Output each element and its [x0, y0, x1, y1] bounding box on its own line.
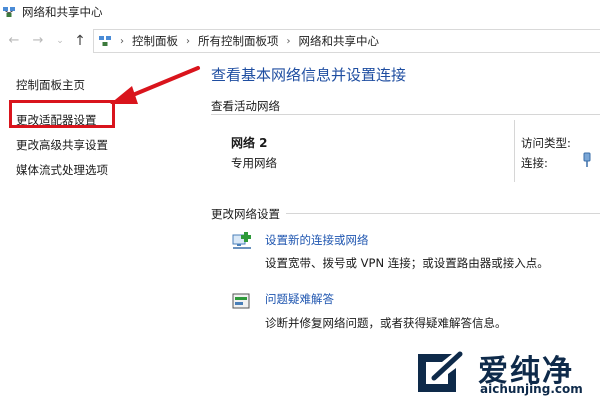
network-setup-icon — [232, 232, 251, 249]
control-panel-icon — [99, 36, 111, 46]
brand-logo-icon — [418, 351, 463, 392]
setup-connection-link[interactable]: 设置新的连接或网络 — [265, 232, 369, 248]
annotation-highlight-box — [9, 100, 115, 128]
sidebar-item-control-panel-home[interactable]: 控制面板主页 — [16, 77, 85, 93]
breadcrumb-network-center[interactable]: 网络和共享中心 — [299, 33, 380, 49]
address-bar[interactable]: › 控制面板 › 所有控制面板项 › 网络和共享中心 — [93, 29, 600, 53]
chevron-right-icon: › — [186, 35, 190, 47]
change-network-settings-label: 更改网络设置 — [211, 207, 280, 221]
network-sharing-icon — [3, 7, 15, 17]
troubleshoot-link[interactable]: 问题疑难解答 — [265, 291, 334, 307]
chevron-down-icon[interactable]: ⌄ — [52, 33, 68, 49]
sidebar-item-advanced-sharing-settings[interactable]: 更改高级共享设置 — [16, 137, 108, 153]
active-networks-label: 查看活动网络 — [211, 99, 280, 113]
window-title: 网络和共享中心 — [22, 5, 103, 19]
sidebar-item-media-streaming-options[interactable]: 媒体流式处理选项 — [16, 162, 108, 178]
breadcrumb-all-items[interactable]: 所有控制面板项 — [198, 33, 279, 49]
troubleshoot-icon — [232, 293, 250, 309]
divider — [211, 114, 600, 115]
watermark: 爱纯净 aichunjing.com — [412, 344, 600, 400]
forward-arrow-icon[interactable]: → — [30, 33, 46, 49]
troubleshoot-description: 诊断并修复网络问题，或者获得疑难解答信息。 — [265, 316, 507, 330]
breadcrumb-control-panel[interactable]: 控制面板 — [132, 33, 178, 49]
chevron-right-icon: › — [120, 35, 124, 47]
back-arrow-icon[interactable]: ← — [6, 33, 22, 49]
divider — [514, 120, 515, 182]
setup-connection-description: 设置宽带、拨号或 VPN 连接；或设置路由器或接入点。 — [265, 256, 549, 270]
connection-label: 连接: — [521, 156, 548, 170]
chevron-right-icon: › — [286, 35, 291, 47]
navigation-bar: ← → ⌄ ↑ › 控制面板 › 所有控制面板项 › 网络和共享中心 — [0, 29, 600, 55]
network-type: 专用网络 — [231, 156, 277, 170]
watermark-url: aichunjing.com — [480, 382, 583, 396]
ethernet-icon[interactable] — [582, 152, 592, 168]
network-name: 网络 2 — [231, 136, 268, 150]
page-title: 查看基本网络信息并设置连接 — [211, 66, 407, 84]
title-bar: 网络和共享中心 — [0, 0, 600, 24]
divider — [286, 213, 600, 214]
access-type-label: 访问类型: — [521, 136, 571, 150]
up-arrow-icon[interactable]: ↑ — [72, 33, 88, 49]
